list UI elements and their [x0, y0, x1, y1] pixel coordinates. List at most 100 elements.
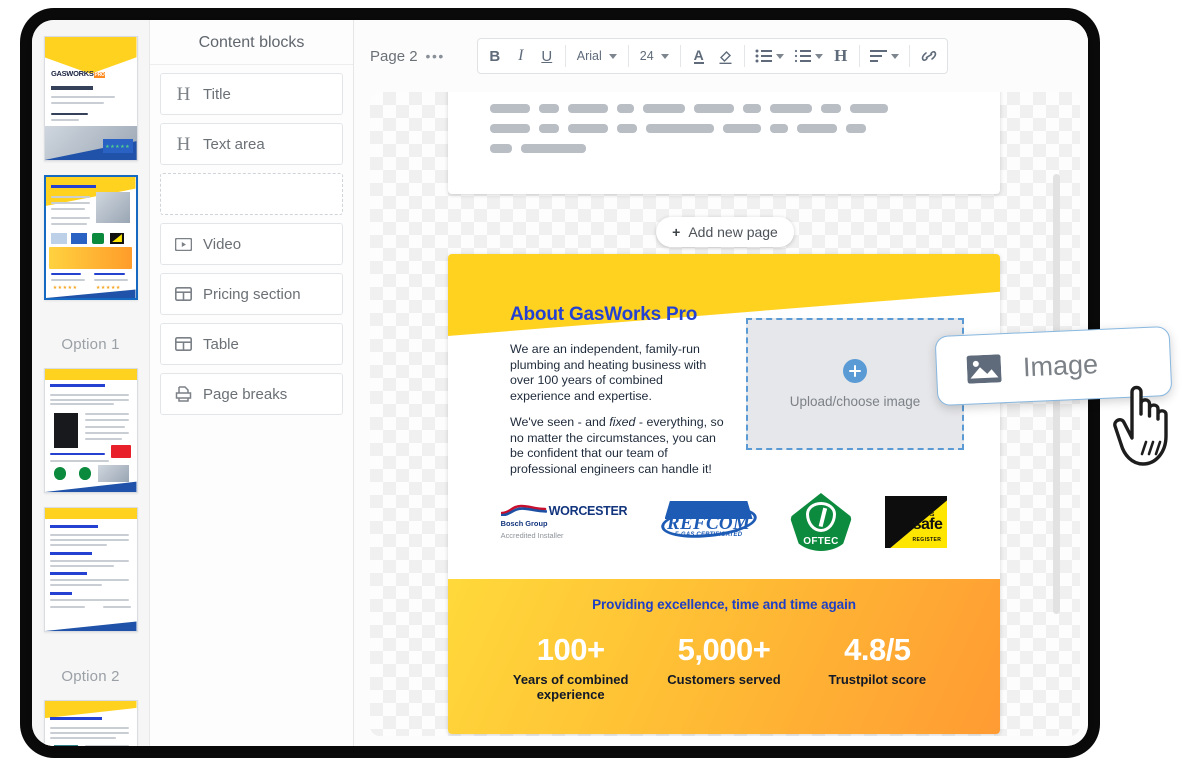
about-body[interactable]: We are an independent, family-run plumbi…: [510, 342, 724, 477]
align-button[interactable]: [865, 41, 904, 71]
block-item-pricing-section[interactable]: Pricing section: [160, 273, 343, 315]
chevron-down-icon: [776, 54, 784, 59]
block-item-video[interactable]: Video: [160, 223, 343, 265]
page-thumbnail[interactable]: ★★★★★ ★★★★★: [44, 175, 138, 300]
italic-button[interactable]: I: [508, 41, 534, 71]
page-thumbnail[interactable]: GASWORKSPRO ★★★★★: [44, 36, 138, 161]
screenshot-root: GASWORKSPRO ★★★★★: [0, 0, 1200, 769]
placeholder-text-row: [448, 144, 1000, 153]
gas-safe-name: safe: [913, 516, 943, 534]
text-placeholder-bar: [643, 104, 685, 113]
font-family-value: Arial: [577, 49, 602, 63]
placeholder-text-row: [448, 124, 1000, 133]
block-item-drop-placeholder[interactable]: [160, 173, 343, 215]
text-placeholder-bar: [568, 104, 608, 113]
stat-item: 4.8/5 Trustpilot score: [801, 634, 954, 702]
text-placeholder-bar: [770, 104, 812, 113]
logo-refcom: REFCOM F-GAS CERTIFICATED: [661, 499, 757, 545]
page-card-previous[interactable]: [448, 92, 1000, 194]
stat-caption: Years of combined experience: [494, 672, 647, 702]
highlight-color-button[interactable]: [712, 41, 739, 71]
thumbnail-group-label: Option 1: [32, 322, 149, 362]
text-placeholder-bar: [490, 104, 530, 113]
page-card-current[interactable]: About GasWorks Pro We are an independent…: [448, 254, 1000, 734]
stat-value: 100+: [494, 634, 647, 667]
block-item-label: Page breaks: [203, 386, 287, 403]
thumbnail-preview: ★★★★★ ★★★★★: [46, 177, 136, 298]
bulleted-list-icon: [755, 49, 772, 63]
block-item-table[interactable]: Table: [160, 323, 343, 365]
text-placeholder-bar: [850, 104, 888, 113]
chevron-down-icon: [661, 54, 669, 59]
block-item-title[interactable]: H Title: [160, 73, 343, 115]
underline-button[interactable]: U: [534, 41, 560, 71]
content-blocks-list: H Title H Text area Video: [150, 65, 353, 415]
about-paragraph-1: We are an independent, family-run plumbi…: [510, 342, 724, 404]
insert-link-button[interactable]: [915, 41, 943, 71]
plus-circle-icon: [843, 359, 867, 383]
block-item-label: Text area: [203, 136, 265, 153]
bold-button[interactable]: B: [482, 41, 508, 71]
worcester-accreditation: Accredited Installer: [501, 531, 564, 540]
block-item-label: Title: [203, 86, 231, 103]
heading-icon: H: [175, 86, 192, 103]
page-indicator-label: Page 2: [370, 48, 418, 65]
page-thumbnail[interactable]: [44, 368, 138, 493]
stat-caption: Customers served: [647, 672, 800, 687]
thumbnail-preview: [45, 508, 137, 631]
add-new-page-button[interactable]: + Add new page: [656, 217, 794, 247]
page-thumbnail[interactable]: [44, 700, 138, 746]
heading-button[interactable]: H: [828, 41, 854, 71]
thumbnail-preview: [45, 369, 137, 492]
toolbar-divider: [859, 45, 860, 67]
align-icon: [870, 50, 887, 62]
stats-row: 100+ Years of combined experience 5,000+…: [448, 634, 1000, 702]
text-placeholder-bar: [490, 144, 512, 153]
page-thumbnail-rail[interactable]: GASWORKSPRO ★★★★★: [32, 20, 150, 746]
block-item-label: Pricing section: [203, 286, 301, 303]
toolbar-divider: [565, 45, 566, 67]
text-placeholder-bar: [723, 124, 761, 133]
chevron-down-icon: [609, 54, 617, 59]
logo-worcester-bosch: WORCESTER Bosch Group Accredited Install…: [501, 504, 628, 540]
canvas-scroll-area[interactable]: + Add new page About GasWorks Pro We are…: [370, 92, 1080, 736]
document-canvas[interactable]: + Add new page About GasWorks Pro We are…: [370, 92, 1080, 736]
text-placeholder-bar: [617, 104, 634, 113]
bulleted-list-button[interactable]: [750, 41, 789, 71]
block-item-text-area[interactable]: H Text area: [160, 123, 343, 165]
font-size-value: 24: [640, 49, 654, 63]
image-upload-dropzone[interactable]: Upload/choose image: [746, 318, 964, 450]
text-placeholder-bar: [846, 124, 866, 133]
block-item-page-breaks[interactable]: Page breaks: [160, 373, 343, 415]
image-upload-label: Upload/choose image: [790, 394, 921, 409]
text-placeholder-bar: [617, 124, 637, 133]
video-icon: [175, 236, 192, 253]
app-window: GASWORKSPRO ★★★★★: [32, 20, 1088, 746]
link-icon: [920, 48, 938, 64]
font-family-select[interactable]: Arial: [571, 41, 623, 71]
plus-icon: +: [672, 224, 680, 240]
table-icon: [175, 286, 192, 303]
numbered-list-button[interactable]: [789, 41, 828, 71]
text-placeholder-bar: [568, 124, 608, 133]
worcester-name: WORCESTER: [549, 504, 628, 518]
chevron-down-icon: [815, 54, 823, 59]
text-placeholder-bar: [539, 104, 559, 113]
text-placeholder-bar: [521, 144, 586, 153]
stat-item: 100+ Years of combined experience: [494, 634, 647, 702]
logo-oftec: OFTEC: [790, 493, 852, 551]
editor-toolbar-row: Page 2 ••• B I U Arial 24: [354, 20, 1088, 92]
font-size-select[interactable]: 24: [634, 41, 675, 71]
text-placeholder-bar: [743, 104, 761, 113]
text-color-button[interactable]: A: [686, 41, 712, 71]
content-blocks-panel: Content blocks H Title H Text area: [150, 20, 354, 746]
thumbnail-preview: GASWORKSPRO ★★★★★: [45, 37, 137, 160]
page-thumbnail[interactable]: [44, 507, 138, 632]
toolbar-divider: [680, 45, 681, 67]
block-item-label: Video: [203, 236, 241, 253]
text-placeholder-bar: [694, 104, 734, 113]
page-options-menu-button[interactable]: •••: [426, 48, 445, 64]
worcester-subtitle: Bosch Group: [501, 519, 548, 528]
gas-safe-register-label: REGISTER: [913, 537, 942, 543]
about-heading: About GasWorks Pro: [510, 304, 697, 326]
